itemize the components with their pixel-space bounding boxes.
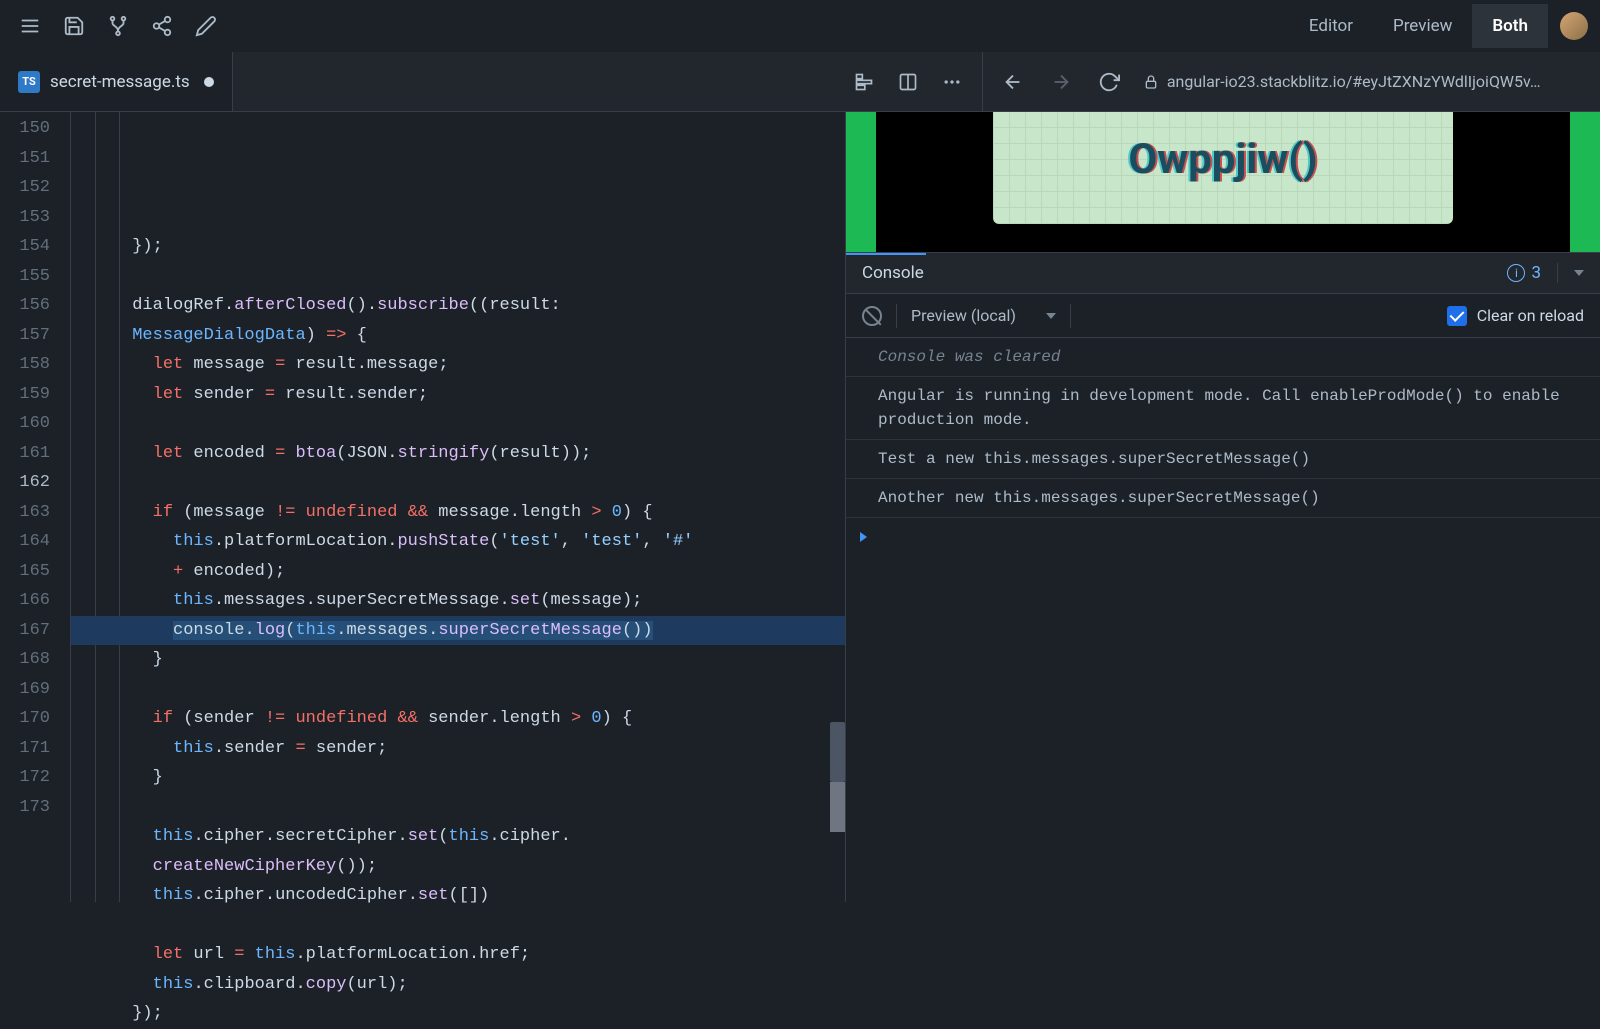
- url-text: angular-io23.stackblitz.io/#eyJtZXNzYWdl…: [1167, 72, 1541, 91]
- code-area[interactable]: }); dialogRef.afterClosed().subscribe((r…: [70, 112, 845, 902]
- code-line[interactable]: [71, 262, 845, 292]
- code-line[interactable]: + encoded);: [71, 557, 845, 587]
- format-button[interactable]: [842, 60, 886, 104]
- console-scope-label: Preview (local): [911, 306, 1016, 325]
- lock-icon: [1143, 74, 1159, 90]
- hamburger-menu-button[interactable]: [8, 4, 52, 48]
- code-line[interactable]: this.clipboard.copy(url);: [71, 970, 845, 1000]
- chevron-down-icon: [1046, 313, 1056, 319]
- code-line[interactable]: let url = this.platformLocation.href;: [71, 940, 845, 970]
- code-line[interactable]: [71, 793, 845, 823]
- render-text: Owppjiw(): [1128, 135, 1317, 184]
- code-line[interactable]: if (message != undefined && message.leng…: [71, 498, 845, 528]
- browser-bar: angular-io23.stackblitz.io/#eyJtZXNzYWdl…: [983, 52, 1600, 111]
- browser-forward-button[interactable]: [1039, 60, 1083, 104]
- code-line[interactable]: [71, 675, 845, 705]
- url-box[interactable]: angular-io23.stackblitz.io/#eyJtZXNzYWdl…: [1135, 72, 1592, 91]
- render-card: Owppjiw(): [993, 112, 1453, 224]
- code-line[interactable]: });: [71, 999, 845, 1029]
- preview-render[interactable]: Owppjiw(): [846, 112, 1600, 252]
- editor-scrollbar[interactable]: [830, 112, 845, 902]
- code-line[interactable]: let sender = result.sender;: [71, 380, 845, 410]
- console-line: Console was cleared: [846, 338, 1600, 377]
- edit-button[interactable]: [184, 4, 228, 48]
- console-count: 3: [1531, 263, 1541, 283]
- code-line[interactable]: this.platformLocation.pushState('test', …: [71, 527, 845, 557]
- console-scope-dropdown[interactable]: Preview (local): [911, 306, 1056, 325]
- topbar: Editor Preview Both: [0, 0, 1600, 52]
- code-line[interactable]: });: [71, 232, 845, 262]
- code-line[interactable]: this.cipher.secretCipher.set(this.cipher…: [71, 822, 845, 852]
- console-prompt[interactable]: [846, 518, 1600, 558]
- info-icon: i: [1507, 264, 1525, 282]
- typescript-icon: TS: [18, 71, 40, 93]
- console-body[interactable]: Console was clearedAngular is running in…: [846, 338, 1600, 902]
- fork-button[interactable]: [96, 4, 140, 48]
- console-line: Test a new this.messages.superSecretMess…: [846, 440, 1600, 479]
- clear-on-reload-label: Clear on reload: [1477, 306, 1584, 325]
- view-tab-preview[interactable]: Preview: [1373, 4, 1472, 48]
- console-line: Another new this.messages.superSecretMes…: [846, 479, 1600, 518]
- dirty-indicator-icon: [204, 77, 214, 87]
- code-line[interactable]: let message = result.message;: [71, 350, 845, 380]
- preview-pane: Owppjiw() Console i 3 Preview (local) Cl…: [845, 112, 1600, 902]
- file-tab-name: secret-message.ts: [50, 72, 190, 92]
- tabbar: TS secret-message.ts angular-io23.stackb…: [0, 52, 1600, 112]
- code-line[interactable]: MessageDialogData) => {: [71, 321, 845, 351]
- split-editor-button[interactable]: [886, 60, 930, 104]
- code-line[interactable]: createNewCipherKey());: [71, 852, 845, 882]
- view-tab-both[interactable]: Both: [1472, 4, 1548, 48]
- chevron-down-icon[interactable]: [1574, 270, 1584, 276]
- line-number-gutter: 1501511521531541551561571581591601611621…: [0, 112, 70, 902]
- browser-reload-button[interactable]: [1087, 60, 1131, 104]
- save-button[interactable]: [52, 4, 96, 48]
- render-decoration: [846, 112, 876, 252]
- file-tab[interactable]: TS secret-message.ts: [0, 52, 233, 111]
- avatar[interactable]: [1560, 12, 1588, 40]
- code-line[interactable]: }: [71, 645, 845, 675]
- checkbox-checked-icon: [1447, 306, 1467, 326]
- browser-back-button[interactable]: [991, 60, 1035, 104]
- code-line[interactable]: let encoded = btoa(JSON.stringify(result…: [71, 439, 845, 469]
- scrollbar-thumb[interactable]: [830, 782, 845, 832]
- code-line[interactable]: [71, 468, 845, 498]
- scrollbar-thumb[interactable]: [830, 722, 845, 782]
- clear-console-button[interactable]: [862, 306, 882, 326]
- console-line: Angular is running in development mode. …: [846, 377, 1600, 440]
- main: 1501511521531541551561571581591601611621…: [0, 112, 1600, 902]
- code-line[interactable]: }: [71, 763, 845, 793]
- code-line[interactable]: dialogRef.afterClosed().subscribe((resul…: [71, 291, 845, 321]
- code-line[interactable]: this.sender = sender;: [71, 734, 845, 764]
- more-actions-button[interactable]: [930, 60, 974, 104]
- code-line[interactable]: if (sender != undefined && sender.length…: [71, 704, 845, 734]
- code-line[interactable]: [71, 911, 845, 941]
- share-button[interactable]: [140, 4, 184, 48]
- code-line[interactable]: this.messages.superSecretMessage.set(mes…: [71, 586, 845, 616]
- console-header: Console i 3: [846, 252, 1600, 294]
- editor-pane[interactable]: 1501511521531541551561571581591601611621…: [0, 112, 845, 902]
- console-toolbar: Preview (local) Clear on reload: [846, 294, 1600, 338]
- render-decoration: [1570, 112, 1600, 252]
- code-line[interactable]: console.log(this.messages.superSecretMes…: [71, 616, 845, 646]
- code-line[interactable]: this.cipher.uncodedCipher.set([]): [71, 881, 845, 911]
- code-line[interactable]: [71, 409, 845, 439]
- console-tab[interactable]: Console: [862, 263, 924, 283]
- view-tab-editor[interactable]: Editor: [1289, 4, 1373, 48]
- clear-on-reload-toggle[interactable]: Clear on reload: [1447, 306, 1584, 326]
